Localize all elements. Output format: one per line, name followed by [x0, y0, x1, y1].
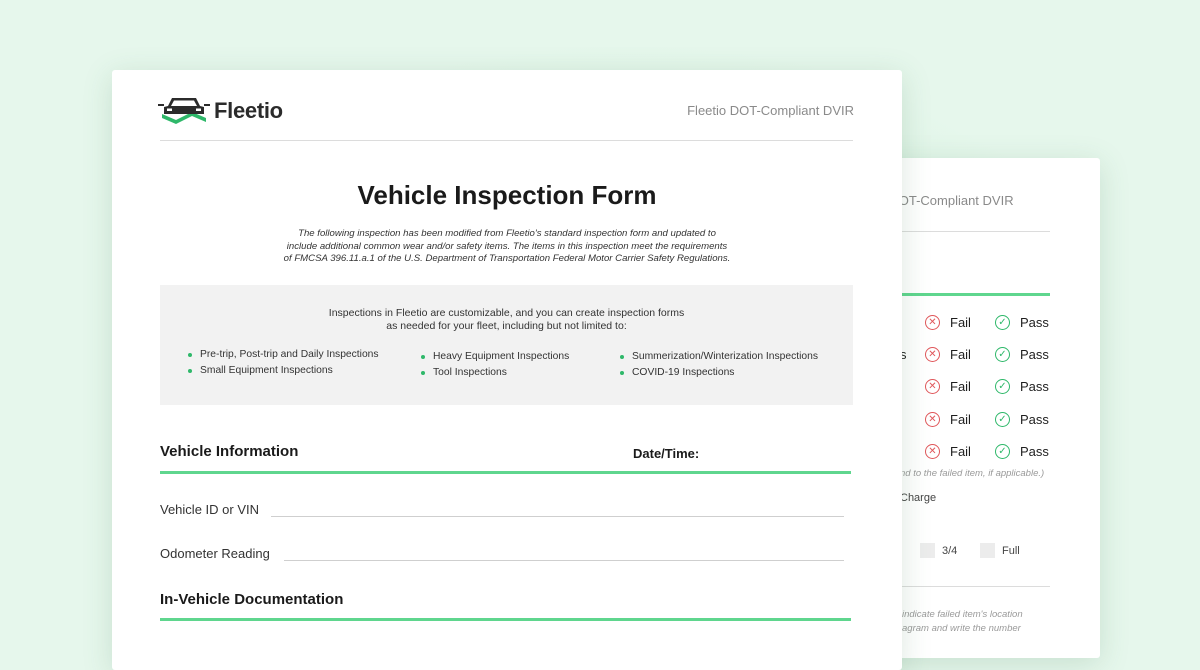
page-title: Vehicle Inspection Form — [357, 180, 657, 210]
list-item: Small Equipment Inspections — [188, 365, 379, 377]
list-item: Summerization/Winterization Inspections — [620, 351, 818, 363]
list-item: Pre-trip, Post-trip and Daily Inspection… — [188, 349, 379, 361]
list-item: COVID-19 Inspections — [620, 367, 818, 379]
pass-icon[interactable]: ✓ — [995, 379, 1010, 394]
pass-label: Pass — [1020, 379, 1049, 394]
fail-icon[interactable]: ✕ — [925, 315, 940, 330]
fail-icon[interactable]: ✕ — [925, 347, 940, 362]
documentation-bar — [160, 618, 851, 621]
pass-label: Pass — [1020, 412, 1049, 427]
fail-icon[interactable]: ✕ — [925, 412, 940, 427]
fail-label: Fail — [950, 315, 971, 330]
pass-icon[interactable]: ✓ — [995, 444, 1010, 459]
pass-icon[interactable]: ✓ — [995, 412, 1010, 427]
fuel-full-label: Full — [1002, 545, 1020, 557]
inspection-types-column: Summerization/Winterization Inspections … — [620, 351, 818, 383]
vehicle-id-label: Vehicle ID or VIN — [160, 502, 259, 517]
vehicle-info-heading: Vehicle Information — [160, 443, 299, 460]
fail-label: Fail — [950, 379, 971, 394]
inspection-types-column: Heavy Equipment Inspections Tool Inspect… — [421, 351, 569, 383]
vehicle-info-bar — [160, 471, 851, 474]
car-logo-icon — [158, 98, 210, 124]
inspection-types-lead: Inspections in Fleetio are customizable,… — [328, 307, 685, 332]
fuel-full-checkbox[interactable] — [980, 543, 995, 558]
header-divider — [160, 140, 853, 141]
list-item: Tool Inspections — [421, 367, 569, 379]
back-section-bar — [900, 293, 1050, 296]
front-inspection-page: Fleetio Fleetio DOT-Compliant DVIR Vehic… — [112, 70, 902, 670]
diagram-note: indicate failed item's location — [902, 609, 1023, 620]
inspection-types-box: Inspections in Fleetio are customizable,… — [160, 285, 853, 405]
back-header-divider — [900, 231, 1050, 232]
pass-label: Pass — [1020, 444, 1049, 459]
pass-icon[interactable]: ✓ — [995, 347, 1010, 362]
fail-icon[interactable]: ✕ — [925, 379, 940, 394]
back-divider — [900, 586, 1050, 587]
page-header-right: Fleetio DOT-Compliant DVIR — [687, 103, 854, 118]
list-item: Heavy Equipment Inspections — [421, 351, 569, 363]
fail-icon[interactable]: ✕ — [925, 444, 940, 459]
pass-label: Pass — [1020, 347, 1049, 362]
documentation-heading: In-Vehicle Documentation — [160, 591, 344, 608]
fail-label: Fail — [950, 347, 971, 362]
fuel-three-quarter-checkbox[interactable] — [920, 543, 935, 558]
charge-label: Charge — [900, 492, 937, 504]
date-time-label: Date/Time: — [633, 446, 700, 461]
brand-name: Fleetio — [214, 98, 283, 123]
fail-label: Fail — [950, 444, 971, 459]
odometer-label: Odometer Reading — [160, 546, 270, 561]
fuel-three-quarter-label: 3/4 — [942, 545, 958, 557]
pass-icon[interactable]: ✓ — [995, 315, 1010, 330]
inspection-types-column: Pre-trip, Post-trip and Daily Inspection… — [188, 349, 379, 381]
failed-item-note: nd to the failed item, if applicable.) — [900, 468, 1045, 479]
odometer-field[interactable] — [284, 560, 844, 561]
vehicle-id-field[interactable] — [271, 516, 844, 517]
diagram-note: agram and write the number — [902, 623, 1021, 634]
fail-label: Fail — [950, 412, 971, 427]
intro-text: The following inspection has been modifi… — [283, 228, 731, 264]
pass-label: Pass — [1020, 315, 1049, 330]
